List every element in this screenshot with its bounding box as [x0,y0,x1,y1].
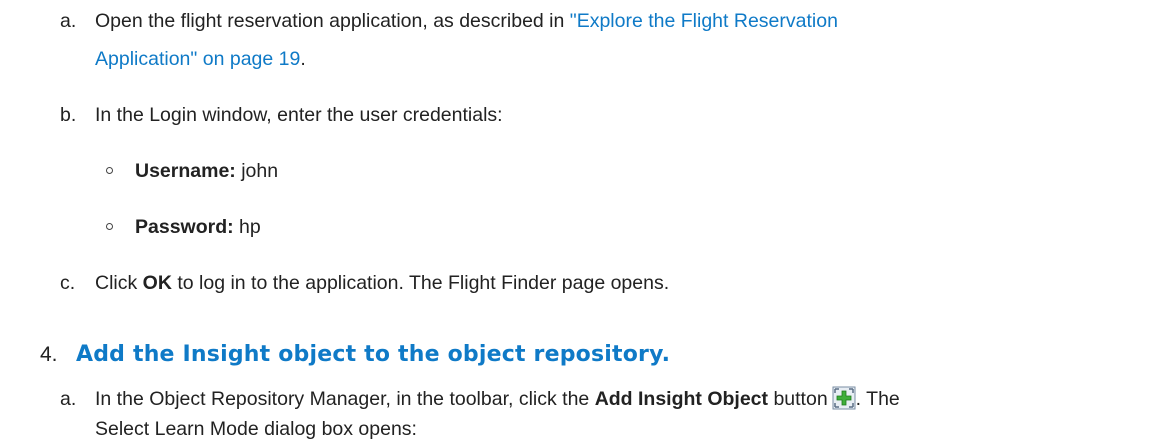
step-4a-post: button [768,388,828,410]
step-c-marker: c. [60,272,76,294]
explore-app-link-cont[interactable]: Application" on page 19 [95,48,300,70]
step-a-marker: a. [60,10,77,32]
step-c-pre: Click [95,272,143,294]
password-value: hp [233,216,261,238]
add-insight-object-icon [832,386,856,410]
bullet-circle-icon [106,223,113,230]
credential-username: Username: john [135,156,278,186]
step-b-marker: b. [60,104,77,126]
ok-label: OK [142,272,172,294]
step-4-title: Add the Insight object to the object rep… [76,342,671,367]
step-a-text: Open the flight reservation application,… [95,6,838,36]
username-label: Username: [135,160,236,182]
step-4a-line2: Select Learn Mode dialog box opens: [95,418,417,440]
credential-password: Password: hp [135,212,261,242]
password-label: Password: [135,216,234,238]
explore-app-link[interactable]: "Explore the Flight Reservation [570,10,838,32]
step-a-period: . [300,48,306,70]
step-4-number: 4. [40,343,58,366]
step-c-text: Click OK to log in to the application. T… [95,268,669,298]
step-b-text: In the Login window, enter the user cred… [95,104,503,126]
username-value: john [235,160,279,182]
step-a-body: Open the flight reservation application,… [95,10,570,32]
add-insight-label: Add Insight Object [594,388,769,410]
step-4a-after: . The [855,388,900,410]
bullet-circle-icon [106,167,113,174]
step-a-line2: Application" on page 19. [95,44,306,74]
step-4a-marker: a. [60,388,77,410]
step-4a-pre: In the Object Repository Manager, in the… [95,388,595,410]
step-4a-text: In the Object Repository Manager, in the… [95,384,900,414]
step-c-post: to log in to the application. The Flight… [171,272,670,294]
